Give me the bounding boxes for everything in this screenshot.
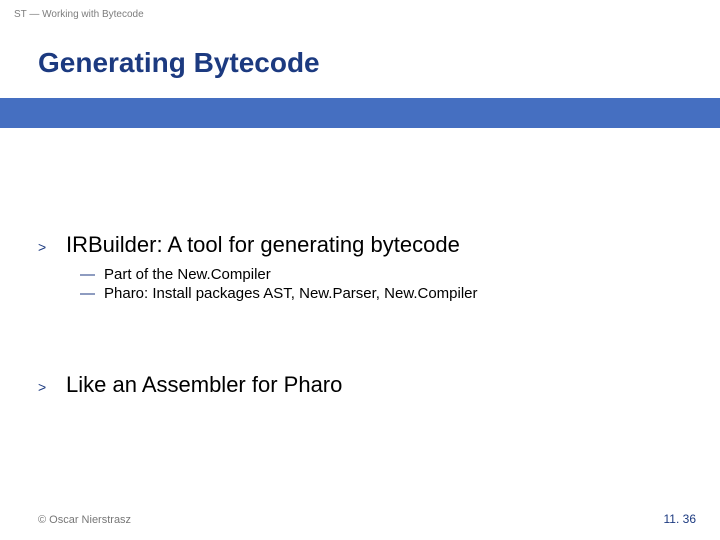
slide: ST — Working with Bytecode Generating By… [0,0,720,540]
sub-bullet: — Part of the New.Compiler [80,266,690,283]
dash-icon: — [80,266,104,283]
dash-icon: — [80,285,104,302]
bullet-major-1: > IRBuilder: A tool for generating bytec… [38,232,690,302]
page-title: Generating Bytecode [38,47,320,79]
accent-band [0,98,720,128]
footer-copyright: © Oscar Nierstrasz [38,514,131,526]
bullet-row: > Like an Assembler for Pharo [38,372,690,398]
sub-bullet-text: Pharo: Install packages AST, New.Parser,… [104,285,478,302]
bullet-row: > IRBuilder: A tool for generating bytec… [38,232,690,258]
bullet-major-2: > Like an Assembler for Pharo [38,372,690,398]
content-area: > IRBuilder: A tool for generating bytec… [38,232,690,410]
sub-bullet: — Pharo: Install packages AST, New.Parse… [80,285,690,302]
bullet-major-text: Like an Assembler for Pharo [66,372,342,398]
chevron-icon: > [38,375,66,395]
bullet-major-text: IRBuilder: A tool for generating bytecod… [66,232,460,258]
sub-bullet-text: Part of the New.Compiler [104,266,271,283]
chevron-icon: > [38,235,66,255]
breadcrumb: ST — Working with Bytecode [14,9,144,20]
sub-list: — Part of the New.Compiler — Pharo: Inst… [80,266,690,302]
footer-page-number: 11. 36 [664,512,696,526]
